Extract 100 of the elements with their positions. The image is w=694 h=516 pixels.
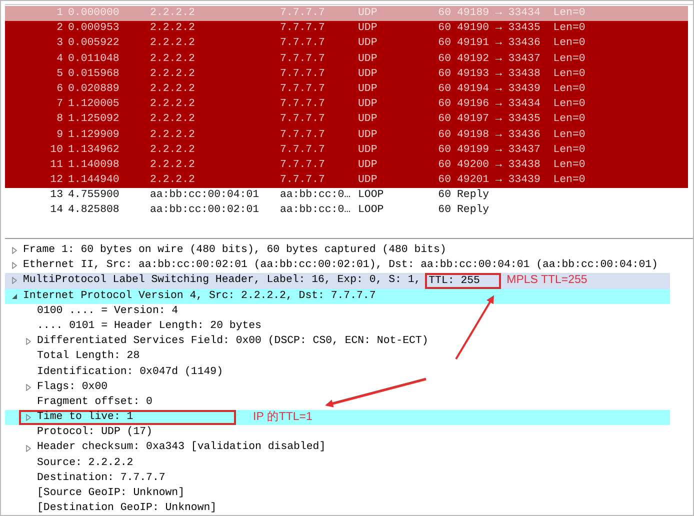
packet-row[interactable]: 4 0.011048 2.2.2.2 7.7.7.7 UDP 60 49192 → 33437 Len=0	[5, 52, 688, 67]
packet-length: 60	[437, 6, 451, 21]
packet-info: 49190 → 33435 Len=0	[456, 21, 586, 36]
packet-protocol: UDP	[358, 52, 378, 67]
packet-protocol: UDP	[358, 173, 378, 188]
packet-source: aa:bb:cc:00:04:01	[150, 188, 260, 204]
packet-row[interactable]: 5 0.015968 2.2.2.2 7.7.7.7 UDP 60 49193 → 33438 Len=0	[5, 66, 688, 82]
collapsed-triangle-icon[interactable]	[11, 247, 18, 254]
packet-destination: 7.7.7.7	[280, 142, 326, 158]
packet-row[interactable]: 10 1.134962 2.2.2.2 7.7.7.7 UDP 60 49199 → 33437 Len=0	[5, 142, 688, 158]
collapsed-triangle-icon[interactable]	[25, 338, 32, 346]
packet-time: 1.144940	[67, 173, 120, 188]
packet-length: 60	[437, 66, 451, 82]
packet-time: 0.015968	[67, 66, 120, 82]
packet-length: 60	[437, 158, 451, 173]
tree-item-text: [Source GeoIP: Unknown]	[37, 486, 185, 501]
tree-item-text: 0100 .... = Version: 4	[37, 304, 178, 319]
packet-time: 0.000953	[67, 21, 120, 36]
tree-item-text: Protocol: UDP (17)	[37, 425, 152, 440]
packet-time: 1.134962	[67, 142, 120, 158]
tree-item-row[interactable]: 0100 .... = Version: 4	[5, 304, 670, 319]
packet-number: 10	[49, 142, 63, 158]
tree-item-text: Header checksum: 0xa343 [validation disabled]	[37, 440, 326, 456]
packet-protocol: UDP	[358, 142, 378, 158]
packet-destination: 7.7.7.7	[280, 21, 326, 36]
packet-row[interactable]: 9 1.129909 2.2.2.2 7.7.7.7 UDP 60 49198 → 33436 Len=0	[5, 128, 688, 143]
packet-row[interactable]: 7 1.120005 2.2.2.2 7.7.7.7 UDP 60 49196 → 33434 Len=0	[5, 97, 688, 112]
tree-item-text: .... 0101 = Header Length: 20 bytes	[37, 318, 262, 334]
packet-source: 2.2.2.2	[150, 52, 196, 67]
tree-item-row[interactable]: MultiProtocol Label Switching Header, Label: 16, Exp: 0, S: 1, TTL: 255 MPLS TTL=255	[5, 273, 670, 289]
packet-protocol: UDP	[358, 36, 378, 52]
tree-item-row[interactable]: Protocol: UDP (17)	[5, 425, 670, 440]
tree-item-row[interactable]: Frame 1: 60 bytes on wire (480 bits), 60 bytes captured (480 bits)	[5, 243, 670, 258]
packet-info: 49194 → 33439 Len=0	[456, 82, 586, 97]
packet-row[interactable]: 3 0.005922 2.2.2.2 7.7.7.7 UDP 60 49191 → 33436 Len=0	[5, 36, 688, 52]
tree-item-text: MultiProtocol Label Switching Header, Label: 16, Exp: 0, S: 1,	[23, 273, 421, 288]
tree-item-row[interactable]: Identification: 0x047d (1149)	[5, 364, 670, 380]
packet-length: 60	[437, 36, 451, 52]
tree-item-row[interactable]: [Source GeoIP: Unknown]	[5, 486, 670, 502]
tree-item-row[interactable]: .... 0101 = Header Length: 20 bytes	[5, 318, 670, 334]
expanded-triangle-icon[interactable]	[11, 292, 18, 300]
packet-destination: 7.7.7.7	[280, 36, 326, 52]
collapsed-triangle-icon[interactable]	[25, 384, 32, 391]
packet-info: 49193 → 33438 Len=0	[456, 66, 586, 82]
packet-length: 60	[437, 21, 451, 36]
tree-item-row[interactable]: Internet Protocol Version 4, Src: 2.2.2.2, Dst: 7.7.7.7	[5, 288, 670, 304]
packet-time: 1.125092	[67, 112, 120, 128]
packet-time: 4.755900	[67, 188, 120, 204]
tree-item-text: Source: 2.2.2.2	[37, 456, 134, 471]
packet-source: 2.2.2.2	[150, 6, 196, 21]
tree-item-text: Flags: 0x00	[37, 380, 108, 395]
packet-info: 49201 → 33439 Len=0	[456, 173, 586, 188]
packet-number: 14	[49, 203, 63, 218]
packet-protocol: UDP	[358, 97, 378, 112]
packet-source: 2.2.2.2	[150, 128, 196, 142]
packet-source: 2.2.2.2	[150, 82, 196, 97]
packet-length: 60	[437, 188, 451, 204]
packet-source: 2.2.2.2	[150, 21, 196, 36]
packet-time: 0.011048	[67, 52, 120, 67]
packet-destination: 7.7.7.7	[280, 97, 326, 112]
packet-length: 60	[437, 82, 451, 97]
packet-source: 2.2.2.2	[150, 36, 196, 52]
tree-item-row[interactable]: Differentiated Services Field: 0x00 (DSCP: CS0, ECN: Not-ECT)	[5, 334, 670, 350]
packet-protocol: UDP	[358, 82, 378, 97]
tree-item-row[interactable]: Total Length: 28	[5, 349, 670, 364]
packet-row[interactable]: 8 1.125092 2.2.2.2 7.7.7.7 UDP 60 49197 → 33435 Len=0	[5, 112, 688, 128]
packet-number: 9	[56, 128, 63, 142]
tree-item-row[interactable]: Header checksum: 0xa343 [validation disabled]	[5, 440, 670, 456]
packet-protocol: UDP	[358, 158, 378, 173]
packet-number: 11	[49, 158, 63, 173]
collapsed-triangle-icon[interactable]	[11, 262, 18, 270]
tree-item-row[interactable]: Flags: 0x00	[5, 380, 670, 395]
packet-time: 1.140098	[67, 158, 120, 173]
tree-item-text: Identification: 0x047d (1149)	[37, 364, 223, 380]
tree-item-text: Time to live: 1	[37, 410, 134, 426]
packet-info: 49200 → 33438 Len=0	[456, 158, 586, 173]
collapsed-triangle-icon[interactable]	[25, 414, 32, 422]
packet-source: 2.2.2.2	[150, 66, 196, 82]
tree-item-row[interactable]: Time to live: 1 IP 的TTL=1	[5, 410, 670, 426]
collapsed-triangle-icon[interactable]	[25, 444, 32, 452]
packet-time: 4.825808	[67, 203, 120, 218]
packet-row[interactable]: 11 1.140098 2.2.2.2 7.7.7.7 UDP 60 49200 → 33438 Len=0	[5, 158, 688, 174]
collapsed-triangle-icon[interactable]	[11, 277, 18, 284]
packet-number: 6	[56, 82, 63, 97]
packet-row[interactable]: 12 1.144940 2.2.2.2 7.7.7.7 UDP 60 49201 → 33439 Len=0	[5, 173, 688, 188]
packet-info: 49199 → 33437 Len=0	[456, 142, 586, 158]
tree-item-row[interactable]: Source: 2.2.2.2	[5, 456, 670, 471]
packet-destination: aa:bb:cc:0…	[280, 188, 352, 204]
packet-length: 60	[437, 112, 451, 128]
packet-time: 0.005922	[67, 36, 120, 52]
packet-number: 13	[49, 188, 63, 204]
packet-destination: 7.7.7.7	[280, 6, 326, 21]
packet-row[interactable]: 2 0.000953 2.2.2.2 7.7.7.7 UDP 60 49190 → 33435 Len=0	[5, 21, 688, 36]
tree-item-row[interactable]: [Destination GeoIP: Unknown]	[5, 501, 670, 515]
packet-destination: 7.7.7.7	[280, 128, 326, 142]
packet-length: 60	[437, 52, 451, 67]
packet-row[interactable]: 6 0.020889 2.2.2.2 7.7.7.7 UDP 60 49194 → 33439 Len=0	[5, 82, 688, 98]
tree-item-row[interactable]: Fragment offset: 0	[5, 394, 670, 410]
tree-item-text: Frame 1: 60 bytes on wire (480 bits), 60 bytes captured (480 bits)	[23, 243, 446, 258]
tree-item-row[interactable]: Destination: 7.7.7.7	[5, 470, 670, 486]
